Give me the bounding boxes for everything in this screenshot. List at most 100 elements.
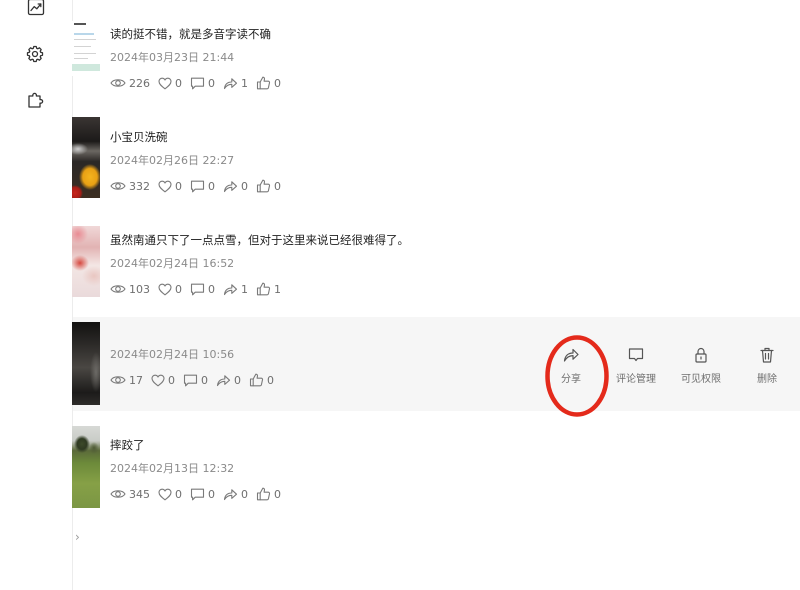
- views-stat: 345: [110, 488, 150, 501]
- shares-stat: 1: [223, 283, 248, 296]
- post-stats: 332 0 0 0 0: [110, 177, 289, 195]
- post-thumbnail[interactable]: [72, 226, 100, 297]
- share-icon: [223, 180, 238, 193]
- thumbs-up-stat: 0: [256, 487, 281, 501]
- post-stats: 345 0 0 0 0: [110, 485, 289, 503]
- stat-value: 0: [175, 282, 182, 296]
- action-label: 分享: [561, 374, 581, 385]
- share-icon: [223, 77, 238, 90]
- comment-icon: [627, 346, 645, 364]
- comment-manage-button[interactable]: 评论管理: [606, 346, 666, 392]
- comment-icon: [190, 180, 205, 193]
- post-row[interactable]: 读的挺不错，就是多音字读不确 2024年03月23日 21:44 226 0 0 1 0: [0, 21, 800, 95]
- post-stats: 17 0 0 0 0: [110, 371, 282, 389]
- post-title[interactable]: 虽然南通只下了一点点雪，但对于这里来说已经很难得了。: [110, 231, 409, 249]
- views-stat: 17: [110, 374, 143, 387]
- eye-icon: [110, 180, 126, 192]
- post-date: 2024年02月24日 16:52: [110, 257, 235, 270]
- shares-stat: 0: [216, 374, 241, 387]
- stat-value: 0: [201, 373, 208, 387]
- stat-value: 0: [208, 282, 215, 296]
- stat-value: 0: [208, 179, 215, 193]
- heart-icon: [151, 374, 165, 387]
- stat-value: 0: [175, 487, 182, 501]
- heart-icon: [158, 488, 172, 501]
- action-label: 可见权限: [681, 374, 721, 385]
- shares-stat: 0: [223, 488, 248, 501]
- eye-icon: [110, 488, 126, 500]
- likes-stat: 0: [158, 180, 182, 193]
- post-thumbnail[interactable]: [72, 21, 100, 76]
- stat-value: 0: [267, 373, 274, 387]
- stat-value: 0: [175, 76, 182, 90]
- thumbs-up-icon: [256, 282, 271, 296]
- comments-stat: 0: [190, 488, 215, 501]
- stat-value: 0: [175, 179, 182, 193]
- comment-icon: [190, 283, 205, 296]
- post-title[interactable]: 摔跤了: [110, 436, 145, 454]
- stat-value: 226: [129, 76, 150, 90]
- stat-value: 345: [129, 487, 150, 501]
- views-stat: 103: [110, 283, 150, 296]
- heart-icon: [158, 283, 172, 296]
- trash-icon: [758, 346, 776, 364]
- visibility-permission-button[interactable]: 可见权限: [671, 346, 731, 392]
- shares-stat: 0: [223, 180, 248, 193]
- comment-icon: [190, 77, 205, 90]
- views-stat: 332: [110, 180, 150, 193]
- comments-stat: 0: [183, 374, 208, 387]
- comment-icon: [190, 488, 205, 501]
- share-icon: [562, 346, 580, 364]
- thumbs-up-icon: [256, 487, 271, 501]
- share-icon: [216, 374, 231, 387]
- comments-stat: 0: [190, 283, 215, 296]
- likes-stat: 0: [158, 77, 182, 90]
- post-row[interactable]: 小宝贝洗碗 2024年02月26日 22:27 332 0 0 0 0: [0, 117, 800, 198]
- likes-stat: 0: [158, 283, 182, 296]
- stat-value: 0: [241, 179, 248, 193]
- heart-icon: [158, 77, 172, 90]
- stat-value: 1: [274, 282, 281, 296]
- post-thumbnail[interactable]: [72, 426, 100, 508]
- comment-icon: [183, 374, 198, 387]
- pagination-next-arrow[interactable]: ›: [75, 529, 80, 545]
- post-row[interactable]: 2024年02月24日 10:56 17 0 0 0 0 分享 评论管理 可见权限 删除: [0, 317, 800, 411]
- likes-stat: 0: [158, 488, 182, 501]
- post-title[interactable]: 小宝贝洗碗: [110, 128, 168, 146]
- post-date: 2024年03月23日 21:44: [110, 51, 235, 64]
- thumbs-up-stat: 0: [249, 373, 274, 387]
- comments-stat: 0: [190, 180, 215, 193]
- lock-icon: [692, 346, 710, 364]
- delete-button[interactable]: 删除: [737, 346, 797, 392]
- post-date: 2024年02月26日 22:27: [110, 154, 235, 167]
- stat-value: 1: [241, 282, 248, 296]
- share-icon: [223, 488, 238, 501]
- stat-value: 103: [129, 282, 150, 296]
- post-thumbnail[interactable]: [72, 322, 100, 405]
- stat-value: 0: [168, 373, 175, 387]
- share-icon: [223, 283, 238, 296]
- stat-value: 1: [241, 76, 248, 90]
- heart-icon: [158, 180, 172, 193]
- post-row[interactable]: 摔跤了 2024年02月13日 12:32 345 0 0 0 0: [0, 426, 800, 508]
- stat-value: 17: [129, 373, 143, 387]
- stat-value: 0: [234, 373, 241, 387]
- eye-icon: [110, 374, 126, 386]
- stat-value: 0: [241, 487, 248, 501]
- likes-stat: 0: [151, 374, 175, 387]
- post-row[interactable]: 虽然南通只下了一点点雪，但对于这里来说已经很难得了。 2024年02月24日 16…: [0, 226, 800, 301]
- post-stats: 226 0 0 1 0: [110, 74, 289, 92]
- thumbs-up-icon: [256, 179, 271, 193]
- post-title[interactable]: 读的挺不错，就是多音字读不确: [110, 25, 271, 43]
- action-label: 删除: [757, 374, 777, 385]
- eye-icon: [110, 77, 126, 89]
- shares-stat: 1: [223, 77, 248, 90]
- stat-value: 0: [274, 179, 281, 193]
- post-stats: 103 0 0 1 1: [110, 280, 289, 298]
- stat-value: 0: [274, 76, 281, 90]
- stat-value: 0: [274, 487, 281, 501]
- share-button[interactable]: 分享: [541, 346, 601, 392]
- post-thumbnail[interactable]: [72, 117, 100, 198]
- post-date: 2024年02月24日 10:56: [110, 348, 235, 361]
- thumbs-up-icon: [249, 373, 264, 387]
